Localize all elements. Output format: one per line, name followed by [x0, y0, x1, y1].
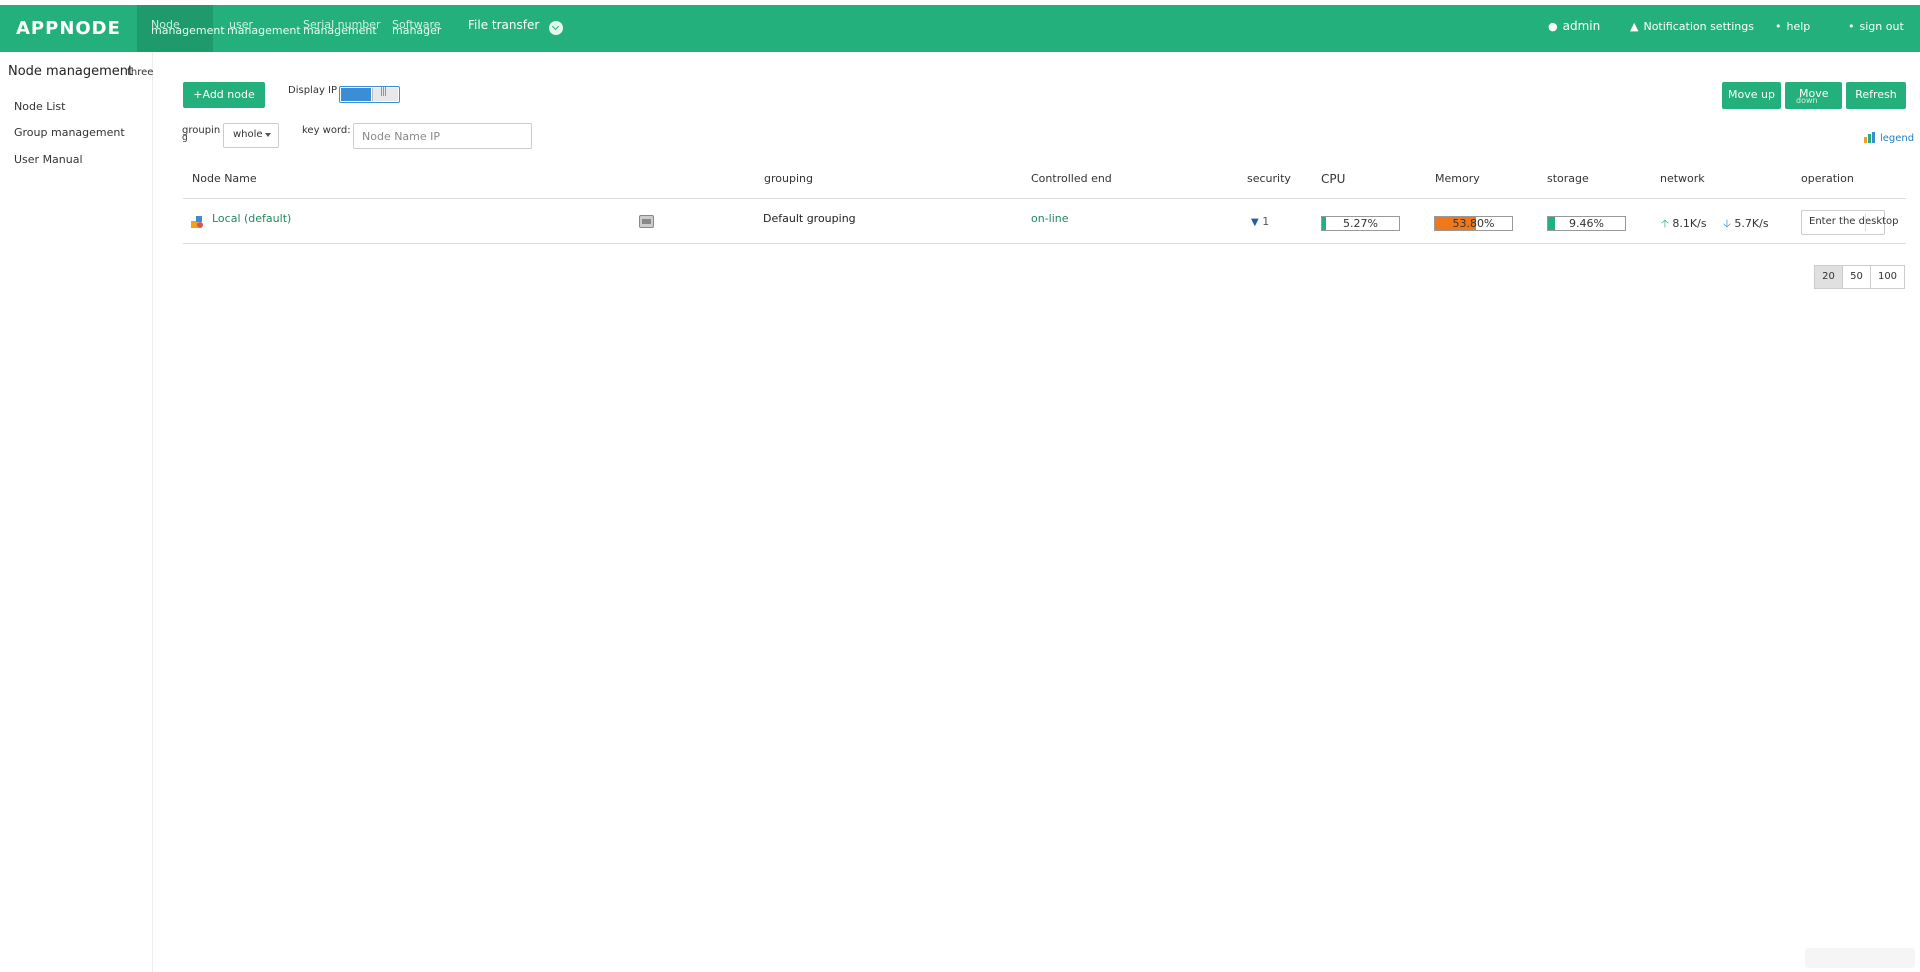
security-count: 1: [1262, 215, 1270, 228]
storage-usage-text: 9.46%: [1569, 217, 1604, 230]
cpu-usage-text: 5.27%: [1343, 217, 1378, 230]
header-memory[interactable]: Memory: [1435, 172, 1480, 185]
nav-label-line1: user: [229, 18, 253, 31]
header-controlled-end[interactable]: Controlled end: [1031, 172, 1112, 185]
chevron-down-icon[interactable]: [549, 21, 563, 35]
sidebar-item-group-management[interactable]: Group management: [14, 126, 125, 139]
group-label: groupin: [182, 125, 221, 136]
header-security[interactable]: security: [1247, 172, 1291, 185]
enter-desktop-button[interactable]: Enter the desktop: [1801, 210, 1899, 235]
move-up-button[interactable]: Move up: [1722, 82, 1781, 109]
node-icon: [191, 216, 203, 228]
header-grouping[interactable]: grouping: [764, 172, 813, 185]
notification-settings-label: Notification settings: [1643, 20, 1754, 33]
node-grouping: Default grouping: [763, 212, 856, 225]
network-upload: 🡡 8.1K/s: [1661, 215, 1707, 234]
remote-desktop-icon[interactable]: [639, 215, 654, 228]
sign-out-label: sign out: [1859, 20, 1904, 33]
group-label-wrap: g: [182, 133, 188, 143]
display-ip-toggle[interactable]: [339, 86, 400, 103]
sidebar-title: Node management: [8, 64, 134, 79]
group-select[interactable]: whole: [223, 123, 279, 148]
nav-file-transfer[interactable]: File transfer: [468, 18, 539, 32]
add-node-button[interactable]: +Add node: [183, 82, 265, 108]
keyword-search-input[interactable]: [353, 123, 532, 149]
nav-serial-number-management[interactable]: Serial number management: [303, 5, 381, 52]
cpu-usage-bar: 5.27%: [1321, 216, 1400, 231]
node-status: on-line: [1031, 212, 1069, 225]
network-download: 🡣 5.7K/s: [1723, 215, 1769, 234]
faded-overlay-widget: [1805, 948, 1915, 968]
dropdown-divider: [1865, 214, 1866, 231]
sidebar-title-extra: three: [127, 67, 154, 78]
legend-label: legend: [1880, 133, 1915, 144]
group-select-value: whole: [233, 129, 263, 140]
nav-label-line1: Software: [392, 18, 441, 31]
sidebar: Node management three Node List Group ma…: [0, 52, 153, 972]
page-size-selector: 20 50 100: [1814, 265, 1905, 289]
network-download-value: 5.7K/s: [1734, 217, 1769, 230]
toggle-knob[interactable]: [372, 87, 398, 101]
sidebar-item-node-list[interactable]: Node List: [14, 100, 65, 113]
header-storage[interactable]: storage: [1547, 172, 1589, 185]
refresh-button[interactable]: Refresh: [1846, 82, 1906, 109]
nav-user-management[interactable]: user management: [227, 5, 301, 52]
node-name-link[interactable]: Local (default): [212, 212, 291, 225]
admin-user-menu[interactable]: ● admin: [1548, 19, 1600, 33]
power-icon: •: [1848, 20, 1855, 33]
appnode-logo[interactable]: APPNODE: [16, 18, 121, 39]
header-network[interactable]: network: [1660, 172, 1705, 185]
caret-down-icon: [265, 133, 271, 137]
move-down-label-2: down: [1796, 96, 1818, 105]
network-upload-value: 8.1K/s: [1672, 217, 1707, 230]
enter-desktop-label: Enter the desktop: [1809, 216, 1899, 227]
page-size-50[interactable]: 50: [1842, 265, 1871, 289]
sidebar-item-user-manual[interactable]: User Manual: [14, 153, 83, 166]
header-operation: operation: [1801, 172, 1854, 185]
bulb-icon: •: [1775, 20, 1782, 33]
arrow-down-icon: 🡣: [1723, 217, 1731, 230]
top-navigation-bar: APPNODE Node management user management …: [0, 5, 1920, 52]
memory-usage-text: 53.80%: [1452, 217, 1495, 230]
keyword-label: key word:: [302, 125, 351, 136]
legend-link[interactable]: legend: [1864, 132, 1914, 144]
shield-icon: ▼: [1251, 217, 1259, 228]
display-ip-label: Display IP: [288, 85, 338, 96]
nav-node-management[interactable]: Node management: [137, 5, 225, 52]
memory-usage-bar: 53.80%: [1434, 216, 1513, 231]
header-cpu[interactable]: CPU: [1321, 172, 1345, 186]
notification-settings-link[interactable]: ▲ Notification settings: [1630, 20, 1754, 33]
help-label: help: [1786, 20, 1811, 33]
nav-label-line1: Serial number: [303, 18, 381, 31]
page-size-20[interactable]: 20: [1814, 265, 1843, 289]
page-size-100[interactable]: 100: [1870, 265, 1905, 289]
help-link[interactable]: • help: [1775, 20, 1810, 33]
user-icon: ●: [1548, 20, 1558, 33]
arrow-up-icon: 🡡: [1661, 217, 1669, 230]
security-cell[interactable]: ▼ 1: [1251, 215, 1269, 228]
table-row[interactable]: Local (default) Default grouping on-line…: [183, 199, 1906, 244]
nav-label-line1: Node: [151, 18, 180, 31]
bar-chart-icon: [1864, 132, 1876, 143]
storage-usage-bar: 9.46%: [1547, 216, 1626, 231]
admin-label: admin: [1562, 19, 1601, 33]
sign-out-link[interactable]: • sign out: [1848, 20, 1904, 33]
toggle-on-fill: [341, 88, 371, 101]
move-down-button[interactable]: Move down: [1785, 82, 1842, 109]
nav-software-manager[interactable]: Software manager: [392, 5, 441, 52]
header-node-name[interactable]: Node Name: [192, 172, 257, 185]
table-header: Node Name grouping Controlled end securi…: [183, 163, 1906, 199]
bell-icon: ▲: [1630, 20, 1639, 33]
